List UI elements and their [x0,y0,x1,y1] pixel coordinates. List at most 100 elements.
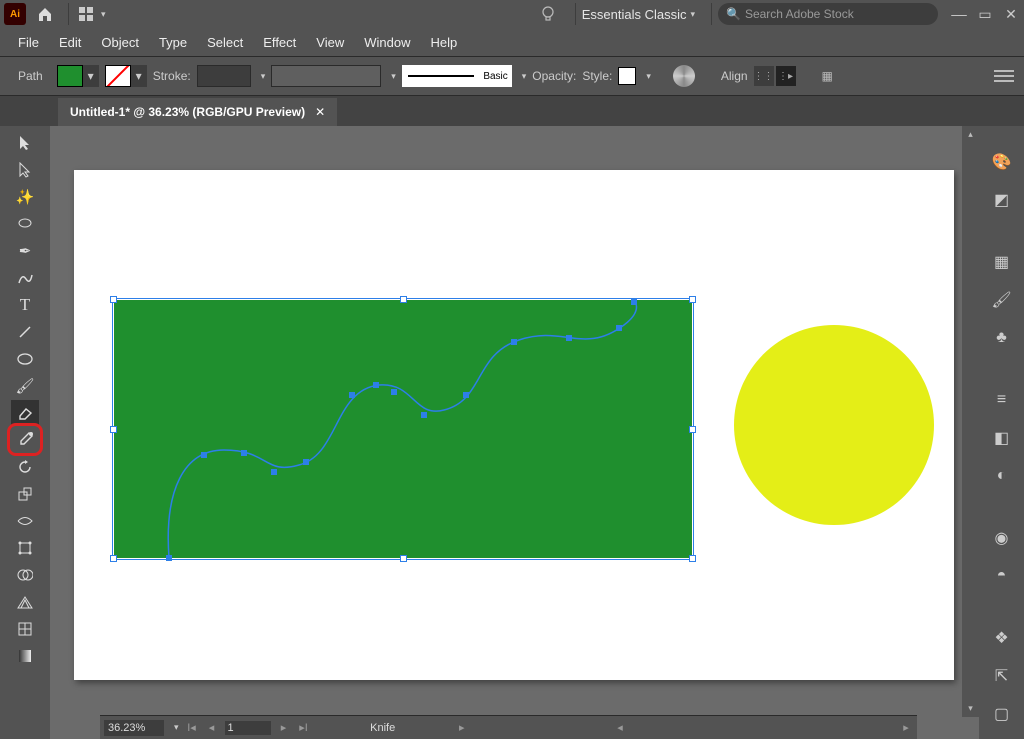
home-icon[interactable] [34,3,56,25]
resize-handle[interactable] [689,555,696,562]
resize-handle[interactable] [110,296,117,303]
arrange-documents-button[interactable] [75,3,97,25]
control-menu-icon[interactable] [994,66,1014,86]
menu-effect[interactable]: Effect [253,31,306,54]
path-anchor[interactable] [616,325,622,331]
align-panel-icon[interactable]: ⋮⋮ [754,66,774,86]
path-anchor[interactable] [631,299,637,305]
appearance-panel-icon[interactable]: ◉ [988,524,1016,552]
path-anchor[interactable] [511,339,517,345]
shape-builder-tool[interactable] [11,562,39,587]
next-artboard-button[interactable]: ▸ [277,721,291,734]
paintbrush-tool[interactable]: 🖌 [11,373,39,398]
free-transform-tool[interactable] [11,535,39,560]
direct-selection-tool[interactable] [11,157,39,182]
eyedropper-tool[interactable] [11,427,39,452]
vertical-scrollbar[interactable]: ▴ ▾ [962,126,979,717]
line-segment-tool[interactable] [11,319,39,344]
chevron-down-icon[interactable]: ▾ [101,9,106,20]
chevron-down-icon[interactable]: ▾ [174,722,179,733]
symbols-panel-icon[interactable]: ♣ [988,324,1016,352]
chevron-down-icon[interactable]: ▾ [391,71,396,82]
path-anchor[interactable] [201,452,207,458]
swatches-panel-icon[interactable]: ▦ [988,248,1016,276]
transform-icon[interactable]: ▦ [822,69,833,83]
selection-tool[interactable] [11,130,39,155]
path-anchor[interactable] [463,392,469,398]
close-tab-icon[interactable]: ✕ [315,105,325,119]
green-rectangle-shape[interactable] [114,300,692,558]
zoom-level-input[interactable]: 36.23% [104,720,164,736]
document-tab[interactable]: Untitled-1* @ 36.23% (RGB/GPU Preview) ✕ [58,98,337,126]
ellipse-tool[interactable] [11,346,39,371]
path-anchor[interactable] [349,392,355,398]
transparency-panel-icon[interactable]: ◐ [988,462,1016,490]
eraser-tool[interactable] [11,400,39,425]
scroll-up-icon[interactable]: ▴ [962,126,979,143]
chevron-down-icon[interactable]: ▾ [646,71,651,82]
variable-width-profile[interactable] [271,65,381,87]
menu-select[interactable]: Select [197,31,253,54]
workspace-switcher[interactable]: Essentials Classic ▾ [582,7,695,22]
path-anchor[interactable] [391,389,397,395]
path-anchor[interactable] [421,412,427,418]
color-guide-panel-icon[interactable]: ◩ [988,186,1016,214]
menu-type[interactable]: Type [149,31,197,54]
curvature-tool[interactable] [11,265,39,290]
color-panel-icon[interactable]: 🎨 [988,148,1016,176]
discover-icon[interactable] [537,3,559,25]
scroll-right-icon[interactable]: ▸ [899,721,913,734]
layers-panel-icon[interactable]: ❖ [988,624,1016,652]
search-input[interactable]: 🔍 Search Adobe Stock [718,3,938,25]
yellow-circle-shape[interactable] [734,325,934,525]
resize-handle[interactable] [110,426,117,433]
maximize-button[interactable]: ▭ [976,5,994,23]
magic-wand-tool[interactable]: ✨ [11,184,39,209]
fill-swatch[interactable]: ▾ [57,65,99,87]
path-anchor[interactable] [303,459,309,465]
brushes-panel-icon[interactable]: 🖌 [988,286,1016,314]
menu-view[interactable]: View [306,31,354,54]
last-artboard-button[interactable]: ▸I [297,721,311,734]
path-anchor[interactable] [271,469,277,475]
menu-window[interactable]: Window [354,31,420,54]
resize-handle[interactable] [400,555,407,562]
first-artboard-button[interactable]: I◂ [185,721,199,734]
gradient-tool[interactable] [11,643,39,668]
resize-handle[interactable] [689,426,696,433]
resize-handle[interactable] [110,555,117,562]
align-options-icon[interactable]: ⋮▸ [776,66,796,86]
menu-object[interactable]: Object [91,31,149,54]
path-anchor[interactable] [166,555,172,561]
type-tool[interactable]: T [11,292,39,317]
asset-export-panel-icon[interactable]: ⇱ [988,662,1016,690]
perspective-grid-tool[interactable] [11,589,39,614]
recolor-artwork-icon[interactable] [673,65,695,87]
graphic-style-swatch[interactable] [618,67,636,85]
resize-handle[interactable] [689,296,696,303]
status-menu-icon[interactable]: ▸ [455,721,469,734]
lasso-tool[interactable] [11,211,39,236]
minimize-button[interactable]: –– [950,5,968,23]
stroke-weight-input[interactable] [197,65,251,87]
path-anchor[interactable] [373,382,379,388]
gradient-panel-icon[interactable]: ◧ [988,424,1016,452]
graphic-styles-panel-icon[interactable]: ◓ [988,562,1016,590]
chevron-down-icon[interactable]: ▾ [261,71,266,82]
artboard[interactable] [74,170,954,680]
canvas-area[interactable]: ▴ ▾ 36.23% ▾ I◂ ◂ 1 ▸ ▸I Knife ▸ ◂ ▸ [50,126,979,739]
resize-handle[interactable] [400,296,407,303]
rotate-tool[interactable] [11,454,39,479]
close-button[interactable]: ✕ [1002,5,1020,23]
mesh-tool[interactable] [11,616,39,641]
menu-edit[interactable]: Edit [49,31,91,54]
chevron-down-icon[interactable]: ▾ [522,71,527,82]
width-tool[interactable] [11,508,39,533]
pen-tool[interactable]: ✒ [11,238,39,263]
menu-file[interactable]: File [8,31,49,54]
artboard-number-input[interactable]: 1 [225,721,271,735]
stroke-swatch[interactable]: ▾ [105,65,147,87]
scale-tool[interactable] [11,481,39,506]
scroll-down-icon[interactable]: ▾ [962,700,979,717]
scroll-left-icon[interactable]: ◂ [613,721,627,734]
